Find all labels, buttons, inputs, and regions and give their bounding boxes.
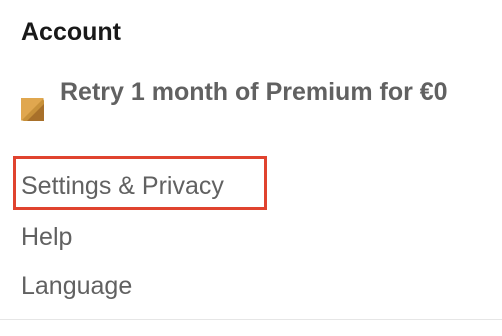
premium-gold-icon xyxy=(21,98,44,121)
premium-offer-label: Retry 1 month of Premium for €0 xyxy=(60,78,448,106)
settings-privacy-link[interactable]: Settings & Privacy xyxy=(21,170,224,202)
account-section-title: Account xyxy=(21,18,121,46)
help-link[interactable]: Help xyxy=(21,221,72,253)
divider xyxy=(0,319,502,320)
account-menu-panel: Account Retry 1 month of Premium for €0 … xyxy=(0,0,502,336)
premium-offer-link[interactable]: Retry 1 month of Premium for €0 xyxy=(21,72,481,121)
language-link[interactable]: Language xyxy=(21,270,132,302)
